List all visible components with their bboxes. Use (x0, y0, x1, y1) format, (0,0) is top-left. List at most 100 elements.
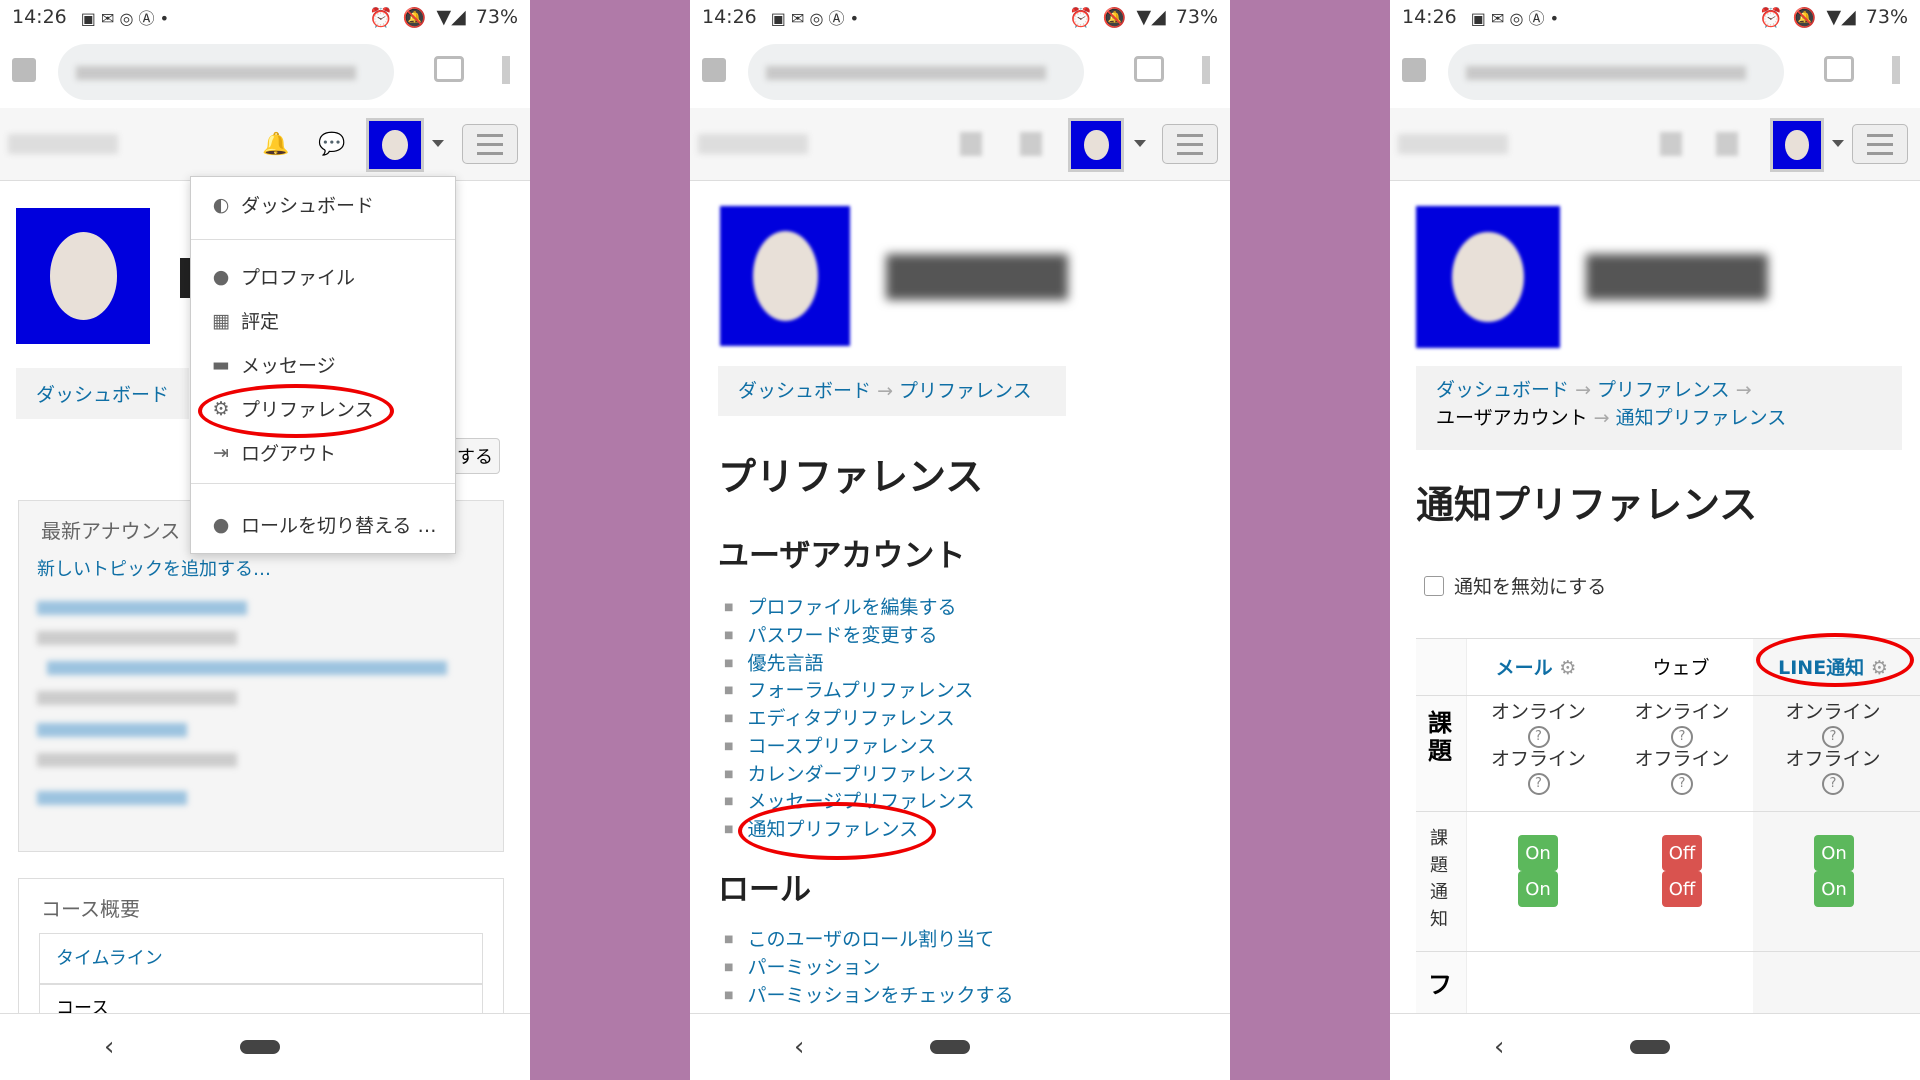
help-icon[interactable]: ? (1671, 726, 1693, 748)
url-field[interactable] (1448, 44, 1784, 100)
link-permissions[interactable]: パーミッション (724, 954, 1013, 982)
home-icon[interactable] (1402, 58, 1426, 82)
menu-icon[interactable] (1162, 124, 1218, 164)
url-field[interactable] (748, 44, 1084, 100)
breadcrumb-dashboard[interactable]: ダッシュボード (36, 384, 169, 406)
toggle-web-offline[interactable]: Off (1662, 871, 1702, 907)
breadcrumb-user-account: ユーザアカウント (1436, 407, 1588, 429)
signal-icon: ▼◢ (1136, 6, 1166, 28)
disable-notifications-checkbox[interactable] (1424, 575, 1444, 596)
user-name-blurred (1586, 254, 1768, 300)
chevron-down-icon[interactable] (1134, 140, 1146, 147)
bell-icon[interactable]: 🔔 (262, 132, 289, 157)
breadcrumb-preferences[interactable]: プリファレンス (1597, 379, 1730, 401)
user-avatar[interactable] (1770, 118, 1824, 172)
more-icon[interactable] (1202, 56, 1210, 84)
back-icon[interactable]: ‹ (794, 1032, 804, 1062)
offline-label: オフライン (1785, 748, 1881, 770)
toggle-line-offline[interactable]: On (1814, 871, 1854, 907)
highlight-ring (738, 802, 936, 860)
column-email[interactable]: メール ⚙ (1466, 653, 1606, 680)
menu-divider (191, 483, 455, 484)
menu-item-dashboard[interactable]: ◐ ダッシュボード (211, 191, 374, 218)
site-navbar (1390, 108, 1920, 181)
user-name-blurred (886, 254, 1068, 300)
link-editor-preferences[interactable]: エディタプリファレンス (724, 705, 975, 733)
tabs-icon[interactable] (434, 56, 464, 82)
toggle-email-online[interactable]: On (1518, 835, 1558, 871)
toggle-email-offline[interactable]: On (1518, 871, 1558, 907)
online-label: オンライン (1490, 701, 1586, 723)
more-icon[interactable] (502, 56, 510, 84)
notification-icon[interactable] (1660, 132, 1682, 156)
link-calendar-preferences[interactable]: カレンダープリファレンス (724, 761, 975, 789)
status-right: ⏰ 🔕 ▼◢ 73% (369, 6, 518, 29)
home-icon[interactable] (12, 58, 36, 82)
menu-icon[interactable] (1852, 124, 1908, 164)
column-label: メール (1495, 657, 1553, 679)
notification-icons: ▣ ✉ ◎ Ⓐ • (770, 9, 860, 28)
user-avatar[interactable] (366, 118, 424, 172)
tabs-icon[interactable] (1824, 56, 1854, 82)
back-icon[interactable]: ‹ (1494, 1032, 1504, 1062)
breadcrumb: ダッシュボード (16, 368, 190, 419)
menu-item-grades[interactable]: ▦ 評定 (211, 307, 279, 334)
post-blurred (37, 691, 237, 705)
more-icon[interactable] (1892, 56, 1900, 84)
site-name[interactable] (698, 134, 808, 154)
home-pill-icon[interactable] (240, 1040, 280, 1054)
add-topic-link[interactable]: 新しいトピックを追加する… (37, 555, 271, 581)
home-pill-icon[interactable] (1630, 1040, 1670, 1054)
breadcrumb-dashboard[interactable]: ダッシュボード (1436, 379, 1569, 401)
email-status: オンライン? オフライン? (1466, 701, 1611, 795)
site-name[interactable] (1398, 134, 1508, 154)
toggle-line-online[interactable]: On (1814, 835, 1854, 871)
breadcrumb-preferences[interactable]: プリファレンス (899, 380, 1032, 402)
breadcrumb-notification-preferences[interactable]: 通知プリファレンス (1616, 407, 1787, 429)
menu-icon[interactable] (462, 124, 518, 164)
user-icon: ● (212, 265, 230, 288)
tabs-icon[interactable] (1134, 56, 1164, 82)
help-icon[interactable]: ? (1527, 726, 1550, 748)
menu-item-switch-role[interactable]: ● ロールを切り替える … (211, 511, 437, 538)
chat-icon[interactable]: 💬 (318, 132, 345, 157)
link-role-assignments[interactable]: このユーザのロール割り当て (724, 926, 1013, 954)
help-icon[interactable]: ? (1671, 773, 1693, 795)
home-pill-icon[interactable] (930, 1040, 970, 1054)
help-icon[interactable]: ? (1527, 773, 1550, 795)
battery-level: 73% (1865, 6, 1908, 28)
link-course-preferences[interactable]: コースプリファレンス (724, 733, 975, 761)
tab-timeline[interactable]: タイムライン (39, 933, 483, 985)
breadcrumb-dashboard[interactable]: ダッシュボード (738, 380, 871, 402)
menu-item-logout[interactable]: ⇥ ログアウト (211, 439, 336, 466)
page-title: 通知プリファレンス (1416, 483, 1758, 527)
link-preferred-language[interactable]: 優先言語 (724, 650, 975, 678)
toggle-web-online[interactable]: Off (1662, 835, 1702, 871)
breadcrumb-separator: → (877, 380, 900, 402)
menu-item-profile[interactable]: ● プロファイル (211, 263, 355, 290)
breadcrumb-separator: → (1575, 379, 1598, 401)
site-name[interactable] (8, 134, 118, 154)
chevron-down-icon[interactable] (1832, 140, 1844, 147)
help-icon[interactable]: ? (1822, 726, 1844, 748)
link-edit-profile[interactable]: プロファイルを編集する (724, 594, 975, 622)
menu-label: 評定 (241, 311, 280, 333)
menu-label: メッセージ (241, 355, 336, 377)
link-forum-preferences[interactable]: フォーラムプリファレンス (724, 677, 975, 705)
notification-icon[interactable] (960, 132, 982, 156)
gear-icon: ⚙ (1559, 657, 1577, 679)
url-field[interactable] (58, 44, 394, 100)
menu-item-messages[interactable]: ▬ メッセージ (211, 351, 336, 378)
user-avatar[interactable] (1068, 118, 1124, 172)
chevron-down-icon[interactable] (432, 140, 444, 147)
status-right: ⏰ 🔕 ▼◢ 73% (1069, 6, 1218, 29)
chat-icon[interactable] (1716, 132, 1738, 156)
home-icon[interactable] (702, 58, 726, 82)
chat-icon[interactable] (1020, 132, 1042, 156)
phone-screen-2: 14:26 ▣ ✉ ◎ Ⓐ • ⏰ 🔕 ▼◢ 73% ダッシュボード → プリフ… (690, 0, 1230, 1080)
android-nav-bar: ‹ (0, 1013, 530, 1080)
link-check-permissions[interactable]: パーミッションをチェックする (724, 982, 1013, 1010)
link-change-password[interactable]: パスワードを変更する (724, 622, 975, 650)
back-icon[interactable]: ‹ (104, 1032, 114, 1062)
help-icon[interactable]: ? (1822, 773, 1844, 795)
